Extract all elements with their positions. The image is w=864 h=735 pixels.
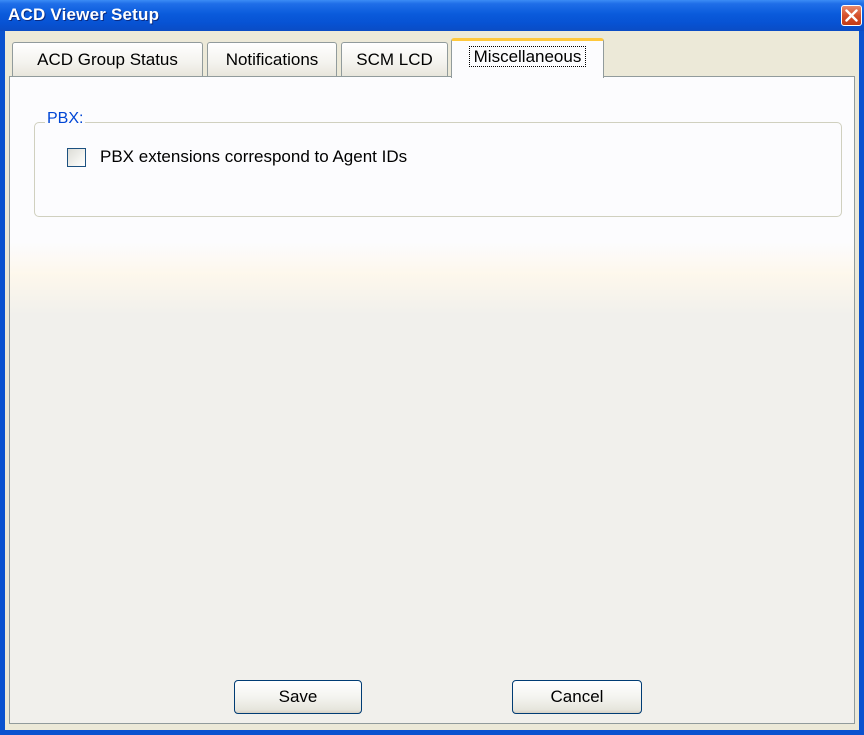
- save-button[interactable]: Save: [234, 680, 362, 714]
- pbx-extensions-checkbox-label[interactable]: PBX extensions correspond to Agent IDs: [100, 145, 407, 169]
- tab-label: SCM LCD: [356, 50, 433, 69]
- cancel-button[interactable]: Cancel: [512, 680, 642, 714]
- tab-notifications[interactable]: Notifications: [207, 42, 337, 76]
- tab-label: Notifications: [225, 50, 319, 69]
- window-border-right: [859, 31, 864, 735]
- pbx-groupbox: [34, 122, 842, 217]
- window-title: ACD Viewer Setup: [8, 5, 160, 24]
- dialog-window: ACD Viewer Setup ACD Group Status Notifi…: [0, 0, 864, 735]
- tab-miscellaneous[interactable]: Miscellaneous: [451, 38, 604, 78]
- tab-scm-lcd[interactable]: SCM LCD: [341, 42, 448, 76]
- panel-gradient: [10, 242, 854, 332]
- tab-panel-miscellaneous: PBX: PBX extensions correspond to Agent …: [9, 76, 855, 724]
- title-bar[interactable]: ACD Viewer Setup: [0, 0, 864, 31]
- tab-acd-group-status[interactable]: ACD Group Status: [12, 42, 203, 76]
- tab-label: ACD Group Status: [37, 50, 178, 69]
- close-button[interactable]: [841, 5, 862, 26]
- close-icon: [845, 9, 858, 22]
- pbx-group-legend: PBX:: [45, 109, 86, 129]
- window-border-left: [0, 31, 5, 735]
- tab-label: Miscellaneous: [468, 46, 587, 67]
- pbx-extensions-checkbox[interactable]: [67, 148, 86, 167]
- panel-background: [10, 332, 854, 723]
- window-border-bottom: [0, 730, 864, 735]
